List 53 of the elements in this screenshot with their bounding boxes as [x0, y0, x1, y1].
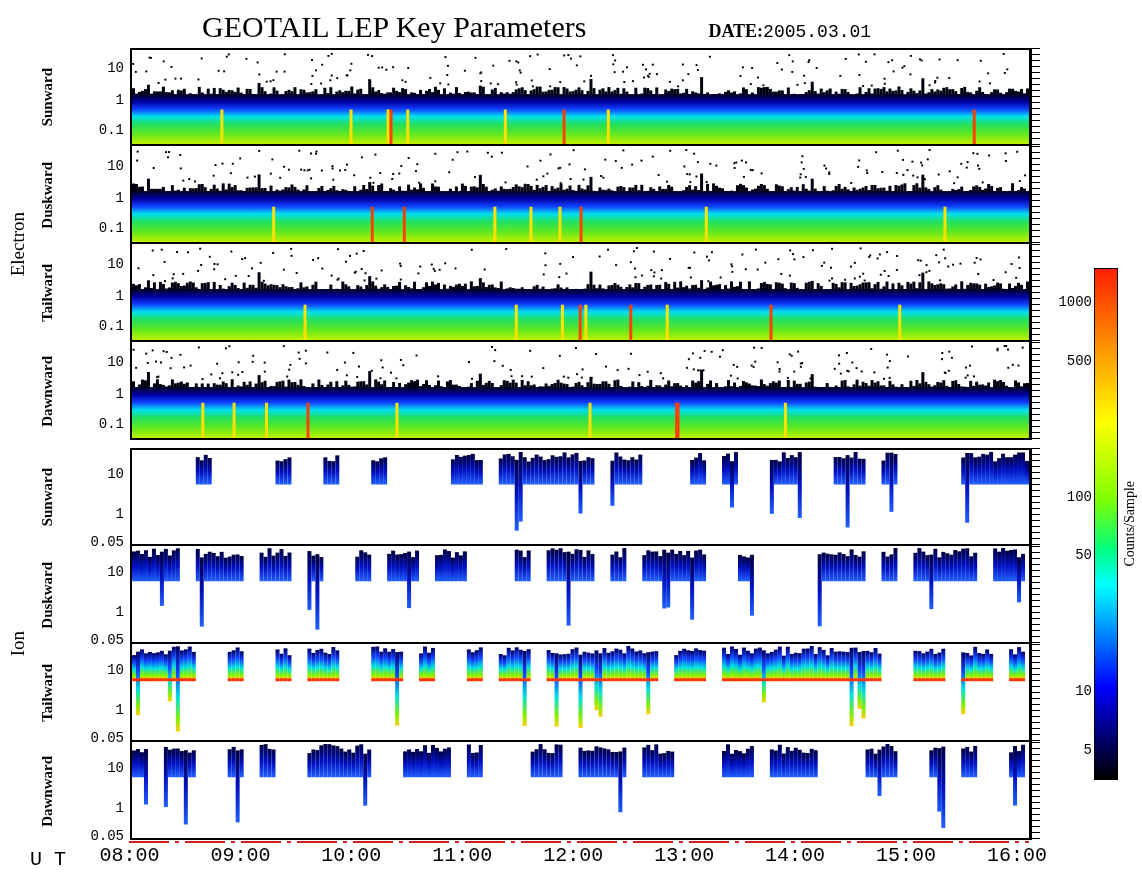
y-tick-label: 0.1	[98, 123, 124, 138]
colorbar-label: Counts/Sample	[1122, 481, 1138, 567]
y-tick-label: 10	[107, 60, 124, 75]
x-tick-label: 12:00	[542, 844, 605, 867]
colorbar-tick-label: 5	[1083, 742, 1092, 757]
x-tick-label: 11:00	[431, 844, 494, 867]
y-tick-label: 0.1	[98, 319, 124, 334]
y-tick-label: 1	[115, 288, 124, 303]
direction-label: Sunward	[38, 67, 56, 127]
colorbar-tick-label: 50	[1075, 548, 1092, 563]
y-tick-label: 10	[107, 663, 124, 678]
y-tick-label: 1	[115, 92, 124, 107]
direction-label: Duskward	[38, 161, 56, 229]
y-tick-label: 10	[107, 761, 124, 776]
x-tick-label: 16:00	[985, 844, 1048, 867]
y-tick-label: 1	[115, 604, 124, 619]
direction-label: Duskward	[38, 561, 56, 629]
direction-label: Tailward	[38, 664, 56, 722]
date-label: DATE:2005.03.01	[708, 21, 872, 44]
y-tick-label: 1	[115, 506, 124, 521]
y-tick-label: 0.05	[90, 633, 124, 648]
colorbar-tick-label: 500	[1066, 353, 1092, 368]
direction-label: Sunward	[38, 467, 56, 527]
colorbar-tick-label: 1000	[1058, 295, 1092, 310]
colorbar-tick-label: 10	[1075, 684, 1092, 699]
species-label: Ion	[7, 631, 29, 657]
y-tick-label: 1	[115, 702, 124, 717]
y-tick-label: 1	[115, 190, 124, 205]
direction-label: Dawnward	[38, 355, 56, 427]
y-tick-label: 1	[115, 386, 124, 401]
y-tick-label: 10	[107, 467, 124, 482]
plot-title: GEOTAIL LEP Key Parameters	[202, 10, 587, 45]
x-tick-label: 08:00	[98, 844, 161, 867]
y-tick-label: 0.1	[98, 417, 124, 432]
y-tick-label: 1	[115, 800, 124, 815]
species-label: Electron	[7, 211, 29, 277]
x-tick-label: 10:00	[320, 844, 383, 867]
direction-label: Dawnward	[38, 755, 56, 827]
time-axis-label: U T	[29, 847, 67, 873]
y-tick-label: 0.05	[90, 535, 124, 550]
y-tick-label: 10	[107, 158, 124, 173]
y-tick-label: 10	[107, 256, 124, 271]
y-tick-label: 0.05	[90, 829, 124, 844]
y-tick-label: 0.1	[98, 221, 124, 236]
x-tick-label: 14:00	[764, 844, 827, 867]
y-tick-label: 10	[107, 565, 124, 580]
x-tick-label: 09:00	[209, 844, 272, 867]
y-tick-label: 10	[107, 354, 124, 369]
y-tick-label: 0.05	[90, 731, 124, 746]
x-tick-label: 15:00	[875, 844, 938, 867]
direction-label: Tailward	[38, 264, 56, 322]
colorbar-tick-label: 100	[1066, 489, 1092, 504]
x-tick-label: 13:00	[653, 844, 716, 867]
